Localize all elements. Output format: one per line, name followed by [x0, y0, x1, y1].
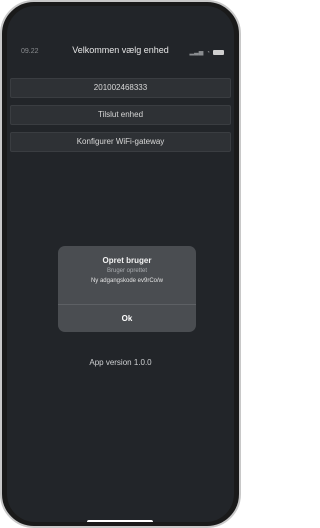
device-id-button[interactable]: 201002468333	[10, 78, 231, 98]
ok-button[interactable]: Ok	[58, 305, 196, 332]
configure-wifi-gateway-button[interactable]: Konfigurer WiFi-gateway	[10, 132, 231, 152]
dialog-subtitle: Bruger oprettet	[106, 268, 148, 274]
dialog-message: Ny adgangskode ev9rCo/w	[90, 278, 164, 284]
create-user-dialog: Opret bruger Bruger oprettet Ny adgangsk…	[58, 246, 196, 332]
page-title: Velkommen vælg enhed	[72, 45, 169, 55]
phone-mockup: 09.22 ▂▃▅ ◔ Velkommen vælg enhed 2010024…	[0, 0, 241, 528]
dialog-title: Opret bruger	[102, 256, 152, 265]
app-version: App version 1.0.0	[89, 358, 152, 367]
home-indicator[interactable]	[87, 520, 153, 522]
app-screen: 09.22 ▂▃▅ ◔ Velkommen vælg enhed 2010024…	[7, 6, 234, 522]
connect-device-button[interactable]: Tilslut enhed	[10, 105, 231, 125]
